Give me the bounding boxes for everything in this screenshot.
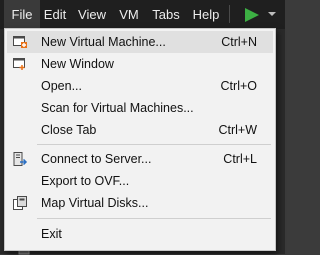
menu-item-close-tab[interactable]: Close Tab Ctrl+W	[7, 119, 273, 141]
map-disks-icon	[13, 196, 27, 210]
menu-item-open[interactable]: Open... Ctrl+O	[7, 75, 273, 97]
new-window-icon	[13, 58, 25, 70]
menu-separator	[37, 218, 271, 219]
menu-item-label: New Virtual Machine...	[41, 35, 166, 49]
menu-item-label: Connect to Server...	[41, 152, 152, 166]
menubar-divider	[229, 5, 230, 23]
menu-item-shortcut: Ctrl+O	[220, 79, 257, 93]
menu-item-label: Export to OVF...	[41, 174, 130, 188]
new-vm-icon	[13, 36, 27, 48]
connect-server-icon	[13, 152, 28, 166]
menu-vm[interactable]: VM	[114, 0, 144, 29]
menu-item-export-to-ovf[interactable]: Export to OVF...	[7, 170, 273, 192]
menu-item-map-virtual-disks[interactable]: Map Virtual Disks...	[7, 192, 273, 214]
menu-separator	[37, 144, 271, 145]
menu-item-shortcut: Ctrl+L	[223, 152, 257, 166]
chevron-down-icon[interactable]	[266, 9, 278, 19]
menu-item-label: Open...	[41, 79, 82, 93]
menu-item-label: Exit	[41, 227, 62, 241]
menu-item-label: Close Tab	[41, 123, 97, 137]
menu-item-shortcut: Ctrl+W	[218, 123, 257, 137]
menu-item-exit[interactable]: Exit	[7, 223, 273, 245]
menu-item-new-virtual-machine[interactable]: New Virtual Machine... Ctrl+N	[7, 31, 273, 53]
menu-item-connect-to-server[interactable]: Connect to Server... Ctrl+L	[7, 148, 273, 170]
menu-view[interactable]: View	[74, 0, 110, 29]
menu-tabs[interactable]: Tabs	[148, 0, 184, 29]
menu-item-label: Map Virtual Disks...	[41, 196, 149, 210]
menu-help[interactable]: Help	[188, 0, 224, 29]
menu-item-shortcut: Ctrl+N	[221, 35, 257, 49]
menu-edit[interactable]: Edit	[40, 0, 70, 29]
menu-item-new-window[interactable]: New Window	[7, 53, 273, 75]
menu-file[interactable]: File	[4, 0, 40, 29]
play-icon[interactable]	[240, 7, 262, 23]
menu-item-label: Scan for Virtual Machines...	[41, 101, 194, 115]
menu-item-scan-virtual-machines[interactable]: Scan for Virtual Machines...	[7, 97, 273, 119]
file-menu-dropdown: New Virtual Machine... Ctrl+N New Window…	[4, 28, 276, 251]
menu-item-label: New Window	[41, 57, 114, 71]
menu-bar: File Edit View VM Tabs Help	[0, 0, 285, 29]
